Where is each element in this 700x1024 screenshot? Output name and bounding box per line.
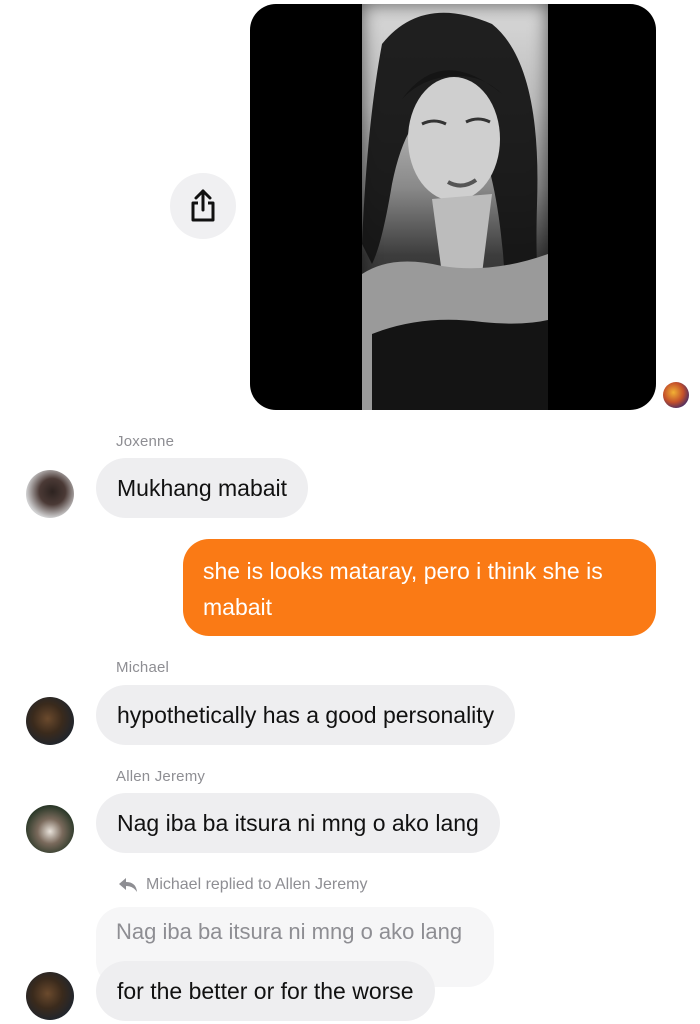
avatar[interactable] xyxy=(26,805,74,853)
portrait-illustration xyxy=(362,12,548,410)
share-button[interactable] xyxy=(170,173,236,239)
message-bubble[interactable]: Nag iba ba itsura ni mng o ako lang xyxy=(96,793,500,853)
sender-name: Joxenne xyxy=(116,433,175,450)
avatar[interactable] xyxy=(26,972,74,1020)
message-bubble[interactable]: Mukhang mabait xyxy=(96,458,309,518)
reply-arrow-icon xyxy=(119,878,137,892)
outgoing-message-bubble[interactable]: she is looks mataray, pero i think she i… xyxy=(183,539,656,636)
sender-name: Michael xyxy=(116,659,170,676)
message-bubble[interactable]: for the better or for the worse xyxy=(96,961,435,1021)
reply-label: Michael replied to Allen Jeremy xyxy=(146,876,368,893)
seen-avatar xyxy=(663,382,689,408)
reply-indicator: Michael replied to Allen Jeremy xyxy=(118,876,367,894)
sender-name: Allen Jeremy xyxy=(116,768,206,785)
avatar[interactable] xyxy=(26,470,74,518)
photo-image xyxy=(362,4,548,410)
share-icon xyxy=(191,189,215,222)
message-bubble[interactable]: hypothetically has a good personality xyxy=(96,685,516,745)
avatar[interactable] xyxy=(26,697,74,745)
photo-message[interactable] xyxy=(250,4,656,410)
chat-thread: Joxenne Mukhang mabait she is looks mata… xyxy=(0,0,700,1024)
